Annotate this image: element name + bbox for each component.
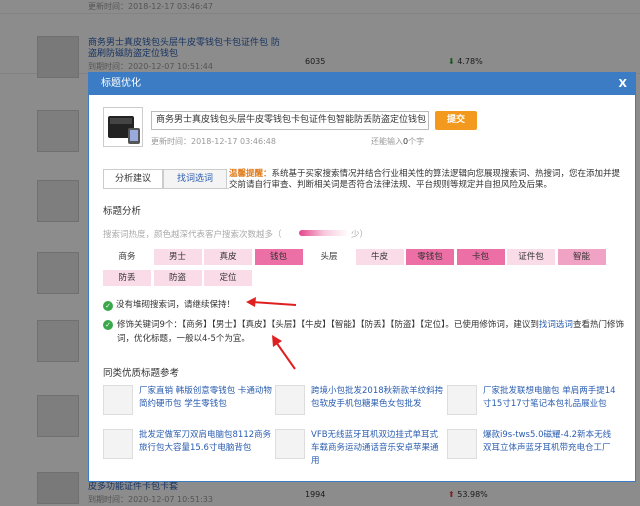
reference-thumbnail[interactable]: [103, 385, 133, 415]
product-title-input[interactable]: 商务男士真皮钱包头层牛皮零钱包卡包证件包智能防丢防盗定位钱包: [151, 111, 429, 130]
keyword-chip: 证件包: [507, 249, 555, 265]
reference-thumbnail[interactable]: [275, 385, 305, 415]
keyword-chip: 零钱包: [406, 249, 454, 265]
dialog-title: 标题优化: [101, 78, 141, 89]
tab-find-words[interactable]: 找词选词: [163, 169, 227, 189]
analysis-title: 标题分析: [103, 206, 142, 217]
reference-title-link[interactable]: VFB无线蓝牙耳机双边挂式单耳式车载商务运动通话音乐安卓苹果通用: [311, 429, 445, 468]
keyword-chip: 头层: [305, 249, 353, 265]
product-image: [103, 107, 143, 147]
no-stuffing-message: ✓ 没有堆砌搜索词，请继续保持！: [103, 299, 235, 312]
reference-thumbnail[interactable]: [103, 429, 133, 459]
submit-button[interactable]: 提交: [435, 111, 477, 130]
remaining-chars: 还能输入0个字: [371, 137, 425, 146]
reference-title-link[interactable]: 批发定做军刀双肩电脑包8112商务旅行包大容量15.6寸电脑背包: [139, 429, 273, 455]
reference-item[interactable]: 厂家批发联想电脑包 单肩两手提14寸15寸17寸笔记本包礼品展业包: [447, 385, 617, 421]
keyword-chip: 防盗: [153, 270, 202, 286]
title-optimization-dialog: 标题优化 X 商务男士真皮钱包头层牛皮零钱包卡包证件包智能防丢防盗定位钱包 提交…: [88, 72, 636, 482]
reference-title-link[interactable]: 跨境小包批发2018秋新款羊纹斜挎包软皮手机包糖果色女包批发: [311, 385, 445, 411]
keyword-chip: 男士: [153, 249, 202, 265]
keyword-chip: 定位: [204, 270, 252, 286]
red-arrow-icon: [246, 297, 297, 307]
dialog-header: 标题优化 X: [89, 73, 635, 95]
keyword-chip: 商务: [103, 249, 151, 265]
heat-legend-less: 少）: [351, 230, 369, 240]
warning-notice: 温馨提醒：系统基于买家搜索情况并结合行业相关性的算法逻辑向您展现搜索词、热搜词，…: [229, 169, 621, 190]
tab-analysis[interactable]: 分析建议: [103, 169, 163, 189]
reference-thumbnail[interactable]: [275, 429, 305, 459]
reference-title-link[interactable]: 厂家直销 韩版创意零钱包 卡通动物 简约硬币包 学生零钱包: [139, 385, 273, 411]
reference-thumbnail[interactable]: [447, 429, 477, 459]
red-arrow-icon: [272, 335, 296, 370]
reference-item[interactable]: 厂家直销 韩版创意零钱包 卡通动物 简约硬币包 学生零钱包: [103, 385, 273, 421]
reference-title-link[interactable]: 厂家批发联想电脑包 单肩两手提14寸15寸17寸笔记本包礼品展业包: [483, 385, 617, 411]
heat-legend-label: 搜索词热度，颜色越深代表客户搜索次数越多（: [103, 230, 282, 240]
keyword-chip: 智能: [557, 249, 606, 265]
keyword-chip: 卡包: [456, 249, 505, 265]
reference-item[interactable]: VFB无线蓝牙耳机双边挂式单耳式车载商务运动通话音乐安卓苹果通用: [275, 429, 445, 468]
keyword-chip: 防丢: [103, 270, 151, 286]
reference-title-link[interactable]: 爆款i9s-tws5.0磁耀-4.2新本无线双耳立体声蓝牙耳机带充电仓工厂: [483, 429, 617, 455]
check-icon: ✓: [103, 301, 113, 311]
keyword-chip: 钱包: [254, 249, 303, 265]
close-icon[interactable]: X: [619, 73, 627, 95]
check-icon: ✓: [103, 320, 113, 330]
reference-item[interactable]: 跨境小包批发2018秋新款羊纹斜挎包软皮手机包糖果色女包批发: [275, 385, 445, 421]
heat-gradient-bar: [299, 230, 349, 236]
find-words-link[interactable]: 找词选词: [539, 320, 573, 330]
tab-underline: [103, 188, 229, 189]
reference-item[interactable]: 批发定做军刀双肩电脑包8112商务旅行包大容量15.6寸电脑背包: [103, 429, 273, 465]
reference-item[interactable]: 爆款i9s-tws5.0磁耀-4.2新本无线双耳立体声蓝牙耳机带充电仓工厂: [447, 429, 617, 465]
updated-time: 更新时间：2018-12-17 03:46:48: [151, 137, 276, 146]
keyword-chip: 真皮: [204, 249, 252, 265]
reference-titles-heading: 同类优质标题参考: [103, 368, 180, 379]
keyword-chip: 牛皮: [355, 249, 404, 265]
reference-thumbnail[interactable]: [447, 385, 477, 415]
